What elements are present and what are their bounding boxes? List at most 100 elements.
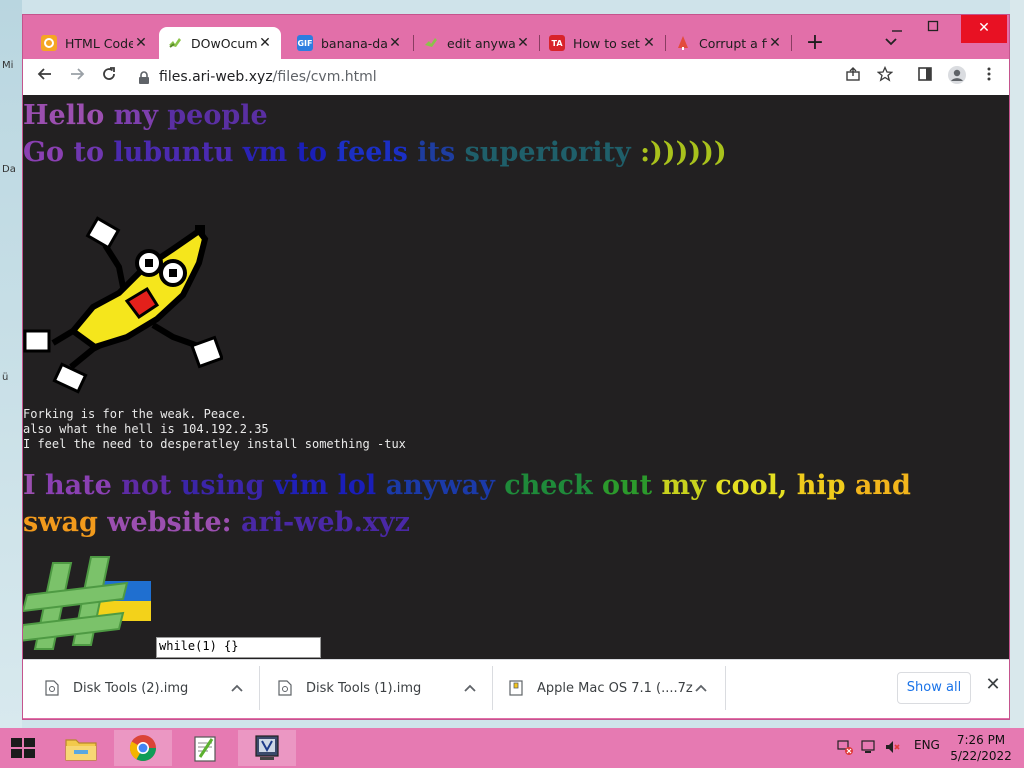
chrome-icon[interactable] [114, 730, 172, 766]
network-icon[interactable] [860, 738, 878, 759]
rainbow-word: check [504, 470, 603, 501]
browser-window: HTML Code ✕ DOwOcume ✕ GIF banana-da ✕ e… [22, 14, 1010, 720]
text-line: also what the hell is 104.192.2.35 [23, 422, 269, 436]
rainbow-word: not [121, 470, 181, 501]
notepad-plus-icon[interactable] [176, 730, 234, 766]
reload-icon[interactable] [95, 63, 123, 91]
tab-corrupt-a-file[interactable]: Corrupt a fi ✕ [667, 27, 791, 59]
tab-separator [539, 35, 540, 51]
rainbow-word: to [73, 137, 114, 168]
tab-separator [791, 35, 792, 51]
text-line: I feel the need to desperatley install s… [23, 437, 406, 451]
text-line: Forking is for the weak. Peace. [23, 407, 247, 421]
rainbow-word: to [296, 137, 337, 168]
rainbow-word: and [854, 470, 911, 501]
file-explorer-icon[interactable] [52, 730, 110, 766]
page-content: Hello my people Go to lubuntu vm to feel… [23, 95, 1009, 659]
downloads-bar: Disk Tools (2).img Disk Tools (1).img Ap… [23, 659, 1009, 718]
virtual-machine-icon[interactable] [238, 730, 296, 766]
terminal-text-block: Forking is for the weak. Peace. also wha… [23, 407, 406, 452]
banana-favicon-icon [423, 35, 439, 51]
rainbow-word: hate [45, 470, 122, 501]
clock-time: 7:26 PM [956, 733, 1006, 747]
ta-favicon-icon: TA [549, 35, 565, 51]
taskbar: ENG 7:26 PM 5/22/2022 [0, 728, 1024, 768]
tab-separator [665, 35, 666, 51]
tab-edit-anyway[interactable]: edit anyway ✕ [415, 27, 539, 59]
clock-date: 5/22/2022 [950, 749, 1012, 763]
side-panel-icon[interactable] [913, 65, 937, 89]
rainbow-word: swag [23, 507, 108, 538]
rainbow-word: vim [273, 470, 338, 501]
tab-close-icon[interactable]: ✕ [133, 35, 149, 51]
rainbow-word: hip [796, 470, 855, 501]
rainbow-word: lol [337, 470, 386, 501]
bookmark-star-icon[interactable] [873, 65, 897, 89]
rainbow-word: lubuntu [113, 137, 243, 168]
system-clock[interactable]: 7:26 PM 5/22/2022 [950, 732, 1012, 764]
minimize-button[interactable] [879, 15, 915, 43]
rainbow-word: Go [23, 137, 74, 168]
maximize-button[interactable] [915, 15, 951, 43]
rainbow-word: cool, [715, 470, 797, 501]
lock-icon[interactable] [137, 70, 151, 84]
heading-go-to-lubuntu: Go to lubuntu vm to feels its superiorit… [23, 134, 727, 171]
rainbow-word: anyway [385, 470, 505, 501]
download-item[interactable]: Disk Tools (1).img [278, 660, 488, 716]
tab-title: HTML Code [65, 35, 133, 51]
code-favicon-icon [41, 35, 57, 51]
tab-close-icon[interactable]: ✕ [387, 35, 403, 51]
language-indicator[interactable]: ENG [914, 738, 940, 752]
tab-how-to-set[interactable]: TA How to set ✕ [541, 27, 665, 59]
show-all-downloads-button[interactable]: Show all [897, 672, 971, 704]
url-text: files.ari-web.xyz/files/cvm.html [159, 69, 377, 85]
close-window-button[interactable]: ✕ [961, 15, 1007, 43]
heading-hello: Hello my people [23, 97, 268, 134]
download-item[interactable]: Apple Mac OS 7.1 (....7z [509, 660, 719, 716]
file-icon [278, 680, 292, 696]
banana-favicon-icon [167, 35, 183, 51]
windows-start-icon[interactable] [8, 736, 38, 760]
tab-dowocument[interactable]: DOwOcume ✕ [159, 27, 281, 59]
back-icon[interactable] [31, 63, 59, 91]
download-separator [259, 666, 260, 710]
tab-close-icon[interactable]: ✕ [257, 35, 273, 51]
chevron-up-icon[interactable] [231, 680, 243, 696]
rainbow-word: using [180, 470, 274, 501]
tab-title: Corrupt a fi [699, 35, 767, 51]
rainbow-word: my [113, 100, 168, 131]
browser-toolbar: files.ari-web.xyz/files/cvm.html [23, 59, 1009, 95]
menu-kebab-icon[interactable] [977, 65, 1001, 89]
forward-icon[interactable] [63, 63, 91, 91]
tab-html-code[interactable]: HTML Code ✕ [33, 27, 157, 59]
address-bar[interactable]: files.ari-web.xyz/files/cvm.html [131, 63, 891, 91]
tab-close-icon[interactable]: ✕ [641, 35, 657, 51]
download-filename: Apple Mac OS 7.1 (....7z [537, 680, 693, 696]
tab-title: DOwOcume [191, 35, 257, 51]
gif-favicon-icon: GIF [297, 35, 313, 51]
download-item[interactable]: Disk Tools (2).img [45, 660, 255, 716]
rainbow-word: :)))))) [640, 137, 727, 168]
code-text-input[interactable]: while(1) {} [156, 637, 321, 658]
archive-icon [509, 680, 523, 696]
chevron-up-icon[interactable] [695, 680, 707, 696]
download-filename: Disk Tools (2).img [73, 680, 189, 696]
rainbow-word: superiority [464, 137, 641, 168]
share-icon[interactable] [841, 65, 865, 89]
tab-close-icon[interactable]: ✕ [515, 35, 531, 51]
desktop-label: Mi [2, 60, 14, 71]
tab-close-icon[interactable]: ✕ [767, 35, 783, 51]
tab-banana-dance[interactable]: GIF banana-da ✕ [289, 27, 411, 59]
volume-muted-icon[interactable] [884, 738, 902, 759]
close-downloads-icon[interactable]: ✕ [981, 674, 1005, 700]
rainbow-word: vm [242, 137, 297, 168]
desktop-left-strip: Mi Da ü [0, 0, 22, 728]
desktop-label: ü [2, 372, 9, 383]
rainbow-word: its [417, 137, 465, 168]
chevron-up-icon[interactable] [464, 680, 476, 696]
network-error-icon[interactable] [836, 738, 854, 759]
rainbow-word: Hello [23, 100, 114, 131]
profile-avatar-icon[interactable] [945, 65, 969, 89]
rainbow-word: I [23, 470, 46, 501]
new-tab-button[interactable]: + [801, 29, 829, 57]
